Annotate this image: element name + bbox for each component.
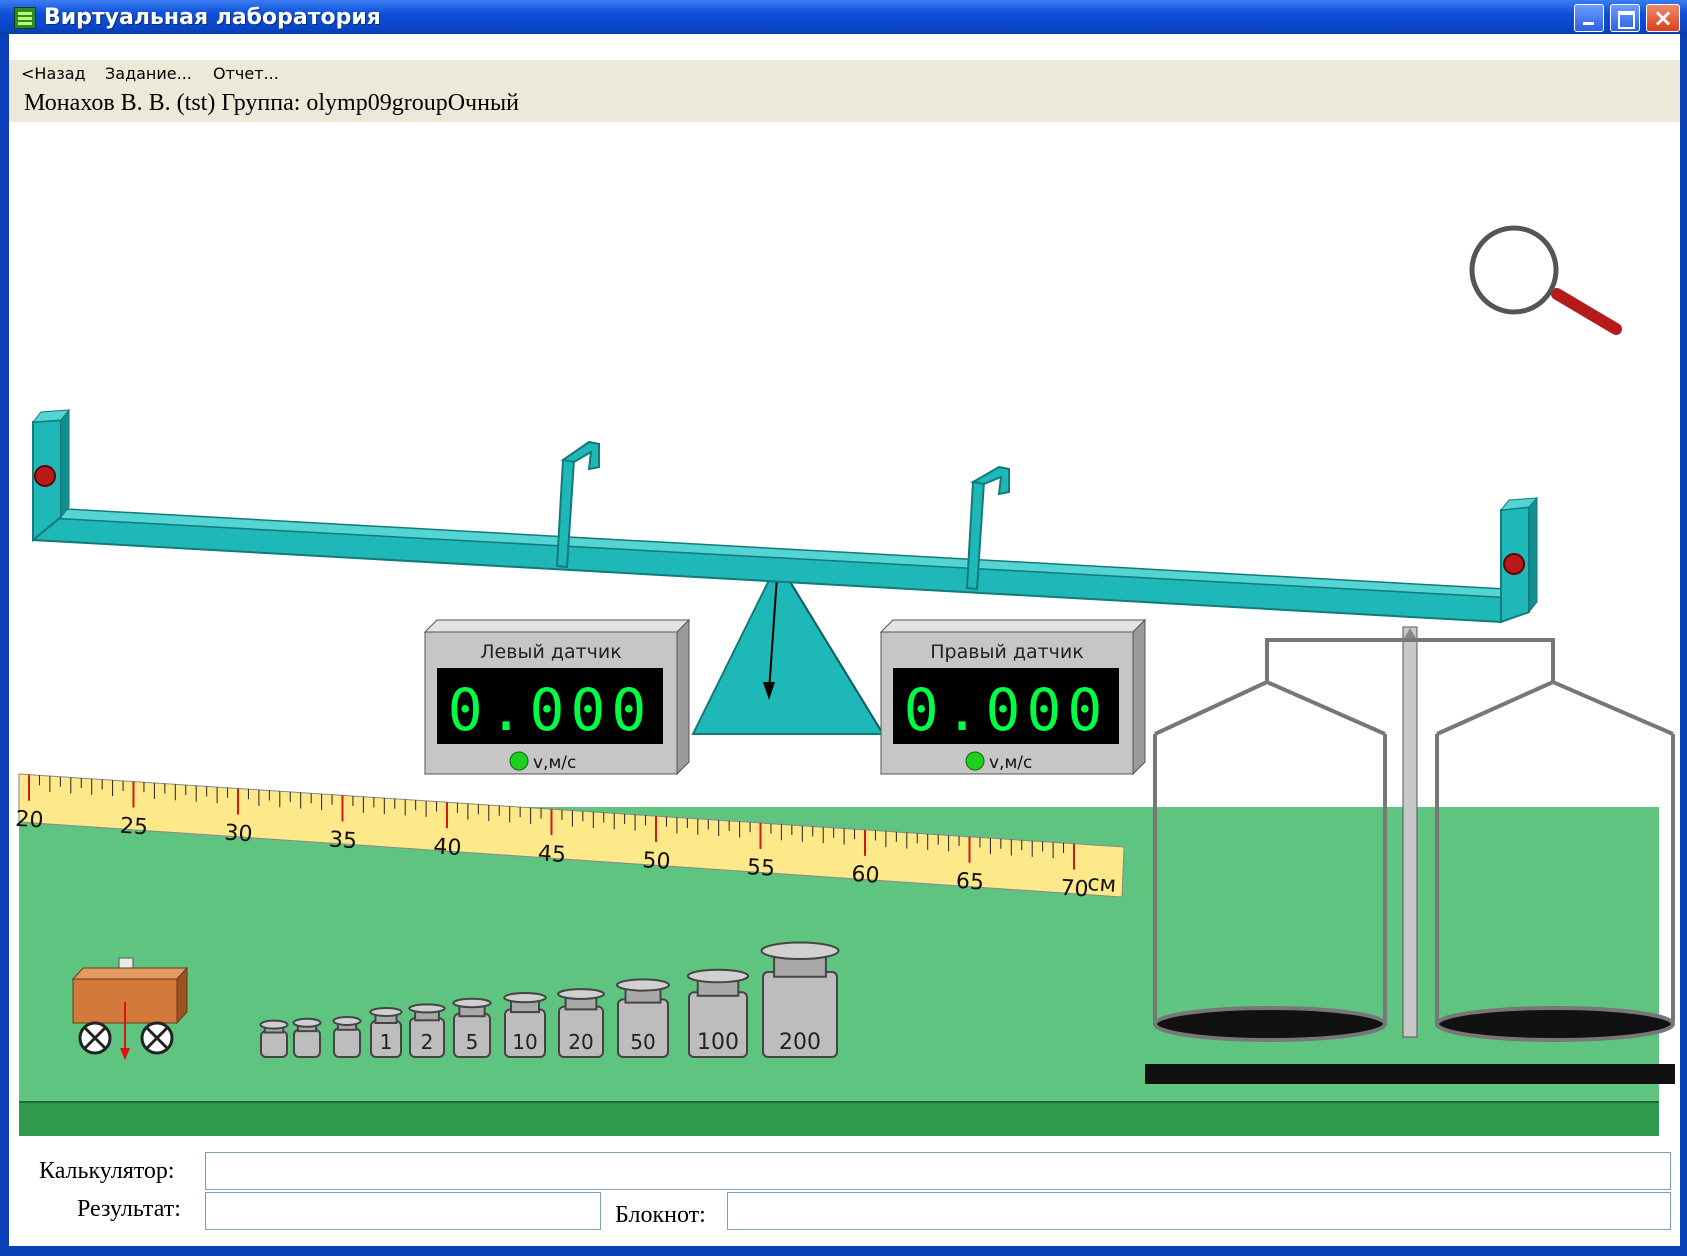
right-sensor-led-icon bbox=[965, 751, 985, 771]
notepad-label: Блокнот: bbox=[615, 1202, 706, 1228]
ruler-unit: см bbox=[1087, 871, 1117, 898]
weight-item[interactable]: 100 bbox=[686, 968, 750, 1059]
calculator-label: Калькулятор: bbox=[39, 1158, 175, 1184]
lab-scene: 20 25 30 35 40 45 50 55 60 65 70 см Левы… bbox=[15, 225, 1675, 1136]
ruler-label: 65 bbox=[955, 869, 985, 896]
ruler-label: 40 bbox=[433, 834, 463, 861]
right-end-marker bbox=[1503, 553, 1525, 575]
ruler-label: 55 bbox=[746, 855, 776, 882]
ruler-label: 70 bbox=[1060, 876, 1090, 903]
right-sensor: Правый датчик 0.000 v,м/с bbox=[879, 618, 1147, 776]
maximize-button[interactable] bbox=[1610, 4, 1640, 32]
right-sensor-value: 0.000 bbox=[904, 676, 1109, 744]
magnifier-icon[interactable] bbox=[1469, 225, 1622, 335]
menu-bar: <Назад Задание... Отчет... bbox=[9, 60, 1680, 86]
left-sensor-title: Левый датчик bbox=[480, 641, 621, 663]
right-sensor-unit: v,м/с bbox=[989, 753, 1032, 773]
left-end-marker bbox=[34, 465, 56, 487]
weight-item[interactable]: 2 bbox=[408, 1003, 446, 1058]
weight-item[interactable] bbox=[292, 1017, 322, 1059]
weight-item[interactable] bbox=[259, 1019, 289, 1059]
weight-item[interactable]: 50 bbox=[616, 978, 670, 1059]
weight-label: 50 bbox=[630, 1030, 655, 1054]
left-sensor-led-icon bbox=[509, 751, 529, 771]
bottom-panel: Калькулятор: Результат: Блокнот: bbox=[9, 1142, 1680, 1252]
result-label: Результат: bbox=[77, 1196, 181, 1222]
user-info: Монахов В. В. (tst) Группа: olymp09group… bbox=[24, 90, 519, 116]
ruler-label: 45 bbox=[537, 841, 567, 868]
right-sensor-title: Правый датчик bbox=[930, 641, 1083, 663]
close-button[interactable]: × bbox=[1646, 4, 1680, 32]
user-bar: Монахов В. В. (tst) Группа: olymp09group… bbox=[9, 86, 1680, 122]
result-field[interactable] bbox=[205, 1192, 601, 1230]
app-window: Виртуальная лаборатория × <Назад Задание… bbox=[0, 0, 1687, 1256]
left-sensor-unit: v,м/с bbox=[533, 753, 576, 773]
window-title: Виртуальная лаборатория bbox=[44, 5, 381, 30]
menu-task[interactable]: Задание... bbox=[105, 64, 192, 83]
ruler-label: 60 bbox=[851, 862, 881, 889]
left-sensor: Левый датчик 0.000 v,м/с bbox=[423, 618, 691, 776]
ruler-label: 30 bbox=[224, 821, 254, 848]
ruler-label: 50 bbox=[642, 848, 672, 875]
weight-label: 5 bbox=[466, 1030, 479, 1054]
ruler-label: 35 bbox=[328, 827, 358, 854]
weight-item[interactable]: 20 bbox=[557, 988, 605, 1058]
weight-label: 10 bbox=[512, 1030, 537, 1054]
app-icon bbox=[14, 7, 36, 29]
weight-item[interactable] bbox=[332, 1016, 362, 1059]
client-area: <Назад Задание... Отчет... Монахов В. В.… bbox=[9, 34, 1680, 1252]
table-front-edge bbox=[19, 1102, 1659, 1136]
weight-item[interactable]: 1 bbox=[369, 1007, 403, 1058]
left-sensor-value: 0.000 bbox=[448, 676, 653, 744]
title-bar[interactable]: Виртуальная лаборатория × bbox=[0, 0, 1687, 34]
weight-item[interactable]: 5 bbox=[452, 997, 492, 1058]
weight-label: 200 bbox=[779, 1030, 821, 1055]
weight-item[interactable]: 10 bbox=[503, 991, 547, 1058]
status-bar bbox=[0, 1246, 1687, 1256]
weight-label: 2 bbox=[421, 1030, 434, 1054]
ruler-label: 20 bbox=[15, 807, 45, 834]
menu-report[interactable]: Отчет... bbox=[213, 64, 279, 83]
ruler-label: 25 bbox=[119, 814, 149, 841]
menu-back[interactable]: <Назад bbox=[21, 64, 86, 83]
calculator-input[interactable] bbox=[205, 1152, 1671, 1190]
minimize-button[interactable] bbox=[1574, 4, 1604, 32]
weight-label: 100 bbox=[697, 1030, 739, 1055]
fulcrum bbox=[691, 559, 885, 735]
close-icon: × bbox=[1652, 4, 1674, 32]
weight-label: 1 bbox=[380, 1030, 393, 1054]
notepad-input[interactable] bbox=[727, 1192, 1671, 1230]
weight-label: 20 bbox=[568, 1030, 593, 1054]
